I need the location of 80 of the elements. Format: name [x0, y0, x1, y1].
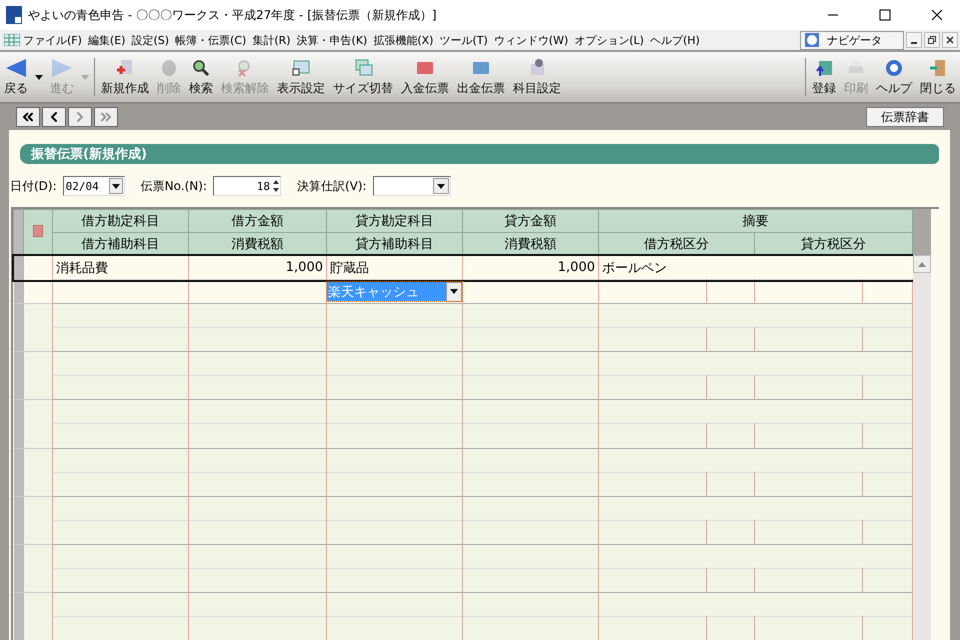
menu-item[interactable]: 帳簿・伝票(C): [172, 30, 250, 50]
toolbar-button[interactable]: 出金伝票: [453, 52, 509, 102]
panel-title: 振替伝票(新規作成): [20, 144, 939, 164]
toolbar-button[interactable]: 科目設定: [509, 52, 565, 102]
toolbar-icon: [6, 58, 26, 78]
scroll-up-button[interactable]: [913, 255, 931, 273]
column-header: 貸方補助科目: [326, 232, 462, 256]
closing-entry-dropdown[interactable]: [372, 176, 451, 196]
menu-item[interactable]: 設定(S): [128, 30, 172, 50]
menu-item[interactable]: 決算・申告(K): [294, 30, 370, 50]
minimize-icon: [911, 42, 917, 44]
toolbar-icon: [191, 58, 211, 78]
voucher-number-field[interactable]: 18: [212, 176, 281, 196]
field-label: 決算仕訳(V):: [296, 178, 367, 194]
field-label: 日付(D):: [10, 178, 57, 194]
navigator-button[interactable]: ナビゲータ: [800, 30, 904, 50]
column-header: 貸方勘定科目: [326, 210, 462, 232]
column-header: 消費税額: [188, 232, 326, 256]
menu-item[interactable]: ツール(T): [436, 30, 491, 50]
table-cell: 1,000: [188, 256, 326, 280]
restore-icon: [928, 36, 936, 44]
date-field[interactable]: 02/04: [62, 176, 125, 196]
previous-record-button[interactable]: [42, 107, 66, 127]
spinner-arrows-icon[interactable]: [272, 178, 280, 194]
menu-item[interactable]: 編集(E): [84, 30, 128, 50]
menu-item[interactable]: 集計(R): [249, 30, 294, 50]
header-corner: [913, 209, 931, 255]
column-header: 貸方金額: [462, 210, 598, 232]
toolbar-icon: [884, 58, 904, 78]
maximize-icon: [879, 9, 891, 21]
table-cell: 貯蔵品: [326, 256, 462, 280]
column-header: 借方勘定科目: [52, 210, 188, 232]
notebook-icon: [33, 224, 43, 236]
first-record-button[interactable]: [16, 107, 40, 127]
toolbar-icon: [928, 58, 948, 78]
toolbar-button[interactable]: 閉じる: [916, 52, 960, 102]
toolbar-button[interactable]: 表示設定: [273, 52, 329, 102]
minimize-button[interactable]: [906, 32, 922, 48]
toolbar-button[interactable]: 検索: [185, 52, 217, 102]
toolbar-button[interactable]: 入金伝票: [397, 52, 453, 102]
toolbar-button[interactable]: ヘルプ: [872, 52, 916, 102]
next-record-button[interactable]: [68, 107, 92, 127]
menu-item[interactable]: 拡張機能(X): [370, 30, 436, 50]
toolbar-button[interactable]: サイズ切替: [329, 52, 397, 102]
field-label: 伝票No.(N):: [140, 178, 207, 194]
menu-item[interactable]: ヘルプ(H): [646, 30, 703, 50]
dropdown-arrow-icon: [918, 262, 926, 266]
dropdown-arrow-icon: [450, 289, 458, 294]
toolbar-icon: [353, 58, 373, 78]
menu-item[interactable]: ウィンドウ(W): [490, 30, 572, 50]
table-cell: 消耗品費: [52, 256, 188, 280]
voucher-dictionary-button[interactable]: 伝票辞書: [866, 107, 944, 127]
toolbar-button[interactable]: 登録: [808, 52, 840, 102]
column-header: 消費税額: [462, 232, 598, 256]
scrollbar[interactable]: [913, 209, 931, 640]
column-header: 摘要: [598, 210, 912, 232]
toolbar-icon: [159, 58, 179, 78]
toolbar-icon: [52, 58, 72, 78]
spreadsheet-icon: [4, 34, 20, 46]
column-header: 借方補助科目: [52, 232, 188, 256]
table-cell: 1,000: [462, 256, 598, 280]
table-cell: ボールペン: [598, 256, 912, 280]
close-button[interactable]: [942, 32, 958, 48]
toolbar-button[interactable]: 戻る: [0, 52, 32, 102]
toolbar-button[interactable]: 新規作成: [97, 52, 153, 102]
dropdown-arrow-icon: [436, 184, 445, 188]
app-logo-icon: [6, 6, 22, 24]
column-header: 借方税区分: [598, 232, 754, 256]
close-icon: [946, 36, 954, 44]
menu-item[interactable]: オプション(L): [571, 30, 647, 50]
caret-icon[interactable]: [35, 74, 43, 80]
column-header: 貸方税区分: [754, 232, 912, 256]
last-record-button[interactable]: [94, 107, 118, 127]
toolbar-icon: [291, 58, 311, 78]
restore-button[interactable]: [924, 32, 940, 48]
column-header: 借方金額: [188, 210, 326, 232]
dropdown-arrow-icon: [112, 184, 120, 188]
menu-item[interactable]: ファイル(F): [20, 30, 85, 50]
close-icon: [931, 9, 943, 21]
window-title: やよいの青色申告 - 〇〇〇ワークス・平成27年度 - [振替伝票（新規作成）]: [28, 6, 438, 24]
